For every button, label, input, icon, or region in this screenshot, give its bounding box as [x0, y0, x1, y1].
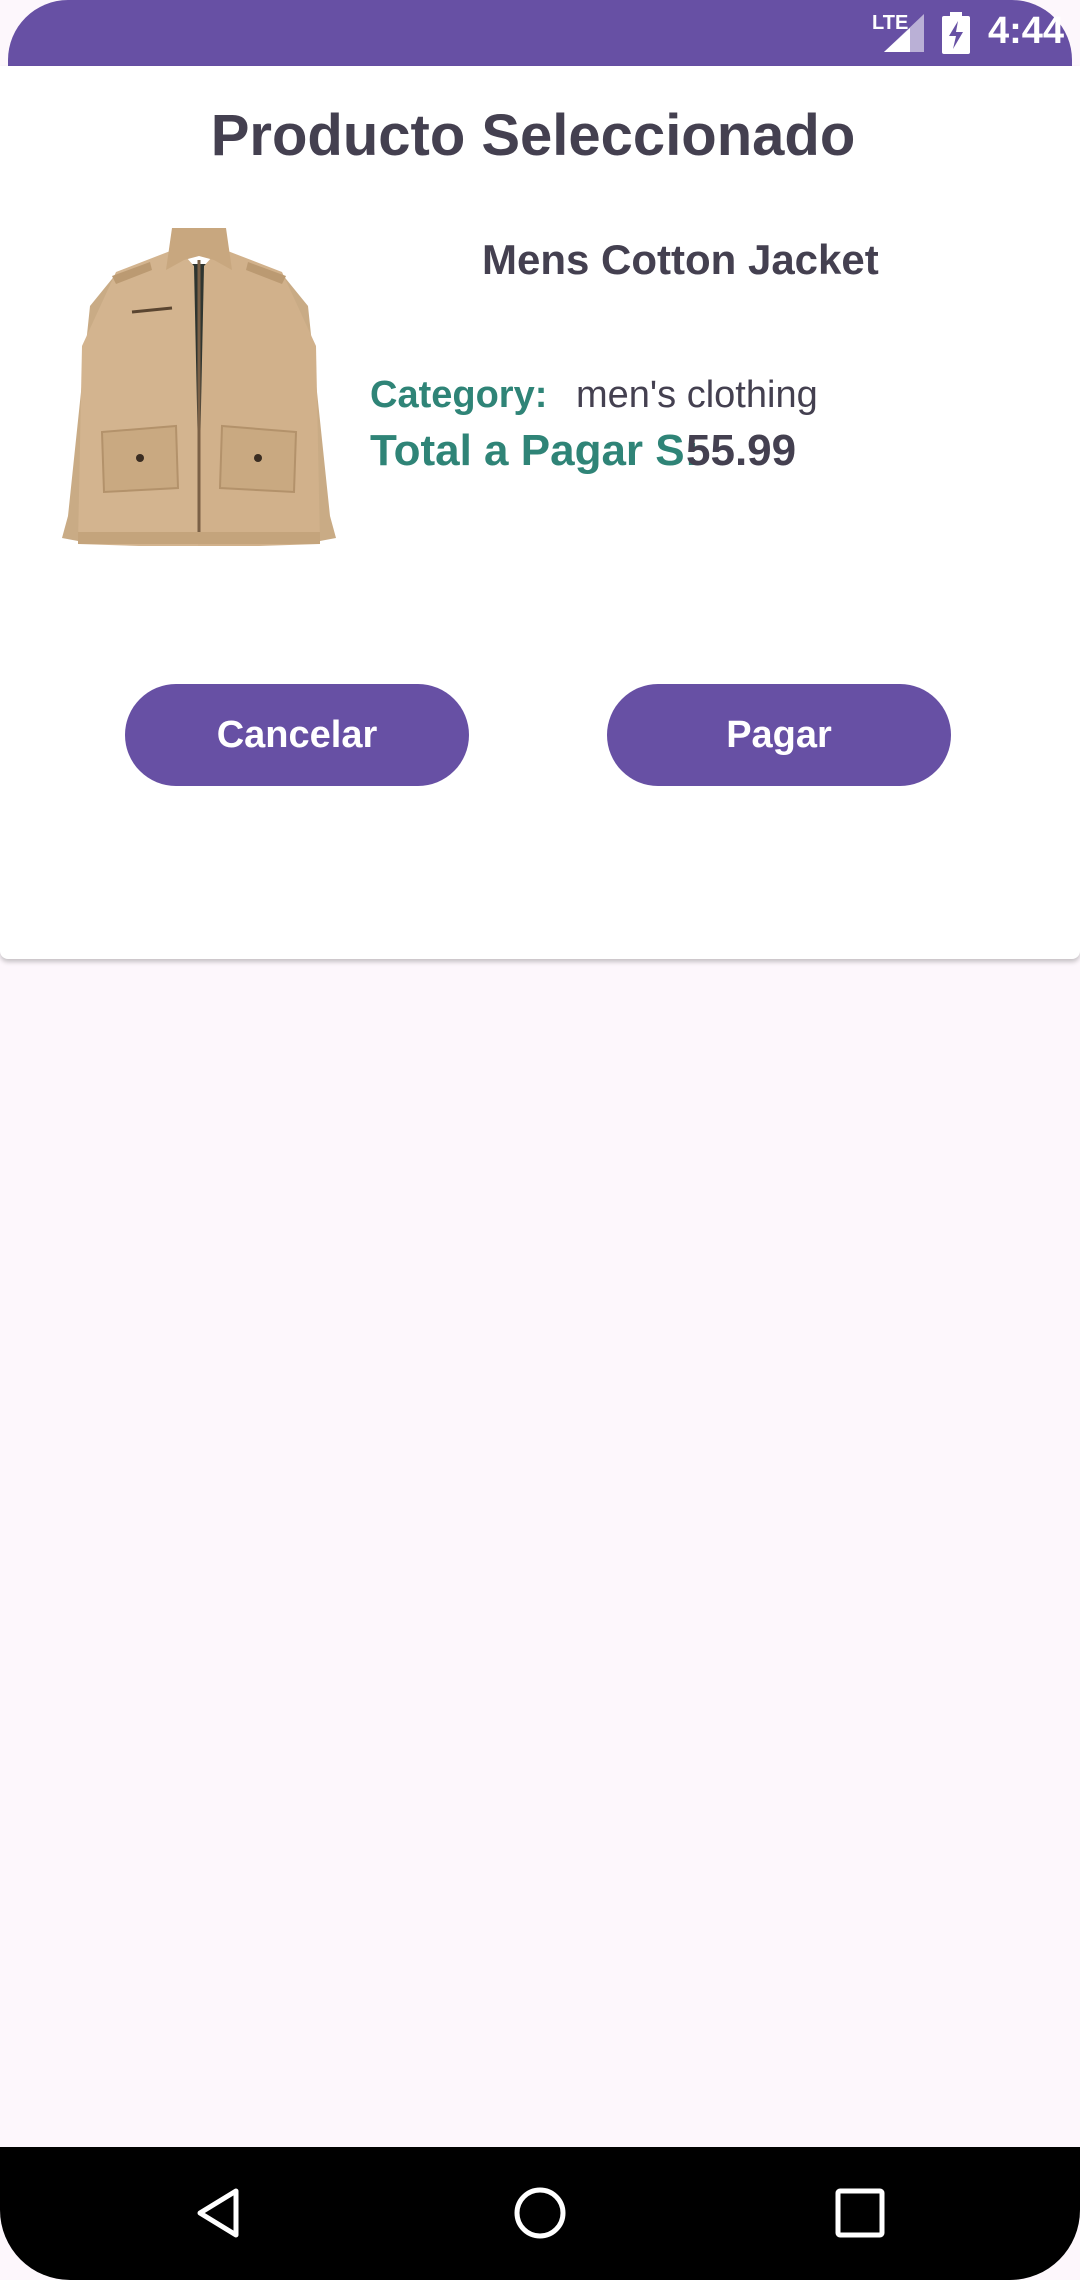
category-label: Category: [370, 374, 548, 416]
cotton-jacket-image [62, 228, 336, 546]
category-value: men's clothing [576, 374, 818, 416]
cancel-button[interactable]: Cancelar [125, 684, 469, 786]
pay-button[interactable]: Pagar [607, 684, 951, 786]
home-icon[interactable] [512, 2185, 568, 2241]
total-label: Total a Pagar S: [370, 426, 700, 475]
clock: 4:44 [988, 10, 1065, 52]
status-bar: LTE 4:44 [8, 0, 1072, 66]
product-name: Mens Cotton Jacket [482, 236, 879, 283]
battery-charging-icon [942, 12, 970, 54]
recents-icon[interactable] [832, 2185, 888, 2241]
page-title: Producto Seleccionado [210, 103, 856, 168]
product-dialog: Producto Seleccionado Mens Cotton Jacket… [0, 66, 1080, 959]
signal-icon [884, 14, 924, 52]
navigation-bar [0, 2147, 1080, 2280]
total-value: 55.99 [686, 426, 797, 475]
back-icon[interactable] [192, 2185, 248, 2241]
